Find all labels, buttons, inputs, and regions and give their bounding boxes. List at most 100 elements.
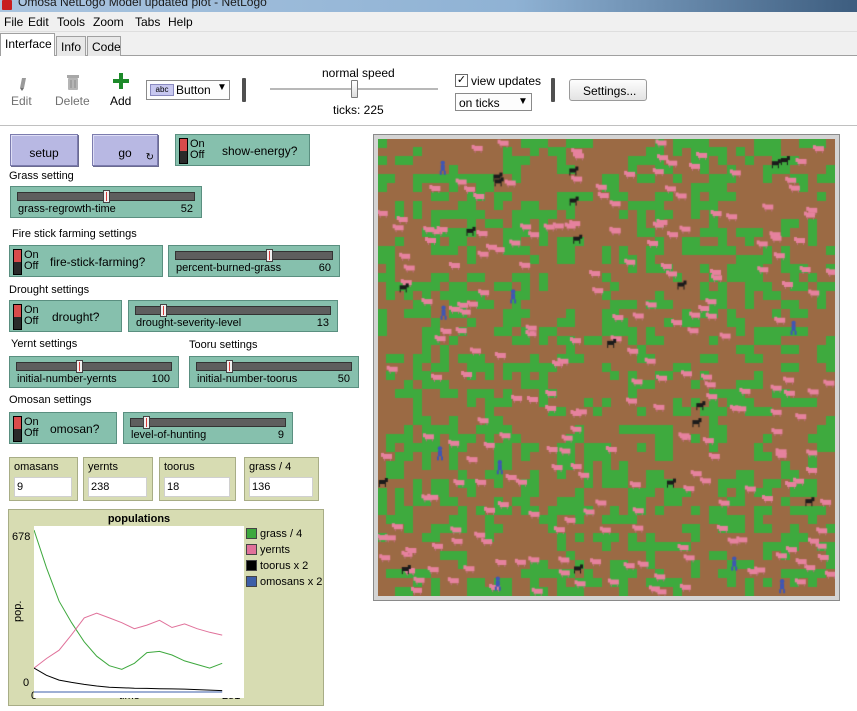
update-mode-select[interactable]: on ticks ▼: [455, 93, 532, 111]
initial-number-yernts-slider[interactable]: initial-number-yernts 100: [9, 356, 179, 388]
switch-toggle-knob[interactable]: [13, 249, 22, 275]
button-widget-icon: abc: [150, 84, 174, 96]
grass-regrowth-time-slider[interactable]: grass-regrowth-time 52: [10, 186, 202, 218]
slider-name: initial-number-yernts: [17, 373, 117, 385]
slider-thumb[interactable]: [225, 360, 233, 373]
delete-tool-button[interactable]: Delete: [55, 70, 91, 112]
slider-thumb[interactable]: [75, 360, 83, 373]
legend-item-grass: grass / 4: [246, 528, 302, 542]
legend-label: yernts: [260, 544, 290, 556]
section-label-fire: Fire stick farming settings: [12, 228, 137, 240]
menu-bar: File Edit Tools Zoom Tabs Help: [0, 12, 857, 32]
monitor-value: 136: [249, 477, 313, 497]
speed-slider-thumb[interactable]: [351, 80, 358, 98]
interface-toolbar: Edit Delete Add abc Button ▼ normal spee…: [0, 56, 857, 126]
section-label-yernt: Yernt settings: [11, 338, 78, 350]
legend-swatch: [246, 528, 257, 539]
settings-button-label: Settings...: [583, 84, 637, 98]
slider-thumb[interactable]: [143, 416, 151, 429]
show-energy-switch[interactable]: On Off show-energy?: [175, 134, 310, 166]
setup-button[interactable]: setup: [10, 134, 78, 166]
go-button[interactable]: go ↻: [92, 134, 158, 166]
level-of-hunting-slider[interactable]: level-of-hunting 9: [123, 412, 293, 444]
slider-name: grass-regrowth-time: [18, 203, 116, 215]
legend-swatch: [246, 576, 257, 587]
fire-stick-farming-switch[interactable]: On Off fire-stick-farming?: [9, 245, 163, 277]
tab-code[interactable]: Code: [87, 36, 121, 56]
y-min-tick-label: 0: [23, 677, 30, 689]
tab-strip: Interface Info Code: [0, 32, 857, 56]
plot-title: populations: [107, 513, 171, 525]
section-label-drought: Drought settings: [9, 284, 90, 296]
menu-tools[interactable]: Tools: [57, 15, 85, 29]
menu-tabs[interactable]: Tabs: [135, 15, 160, 29]
legend-item-omosans: omosans x 2: [246, 576, 322, 590]
chevron-down-icon: ▼: [217, 82, 227, 93]
chevron-down-icon: ▼: [518, 96, 528, 107]
forever-loop-icon: ↻: [145, 152, 154, 163]
menu-help[interactable]: Help: [168, 15, 193, 29]
series-line-2: [33, 667, 223, 692]
edit-tool-button[interactable]: Edit: [11, 70, 33, 112]
switch-off-label: Off: [24, 315, 39, 327]
switch-toggle-knob[interactable]: [179, 138, 188, 164]
monitor-name: toorus: [164, 461, 195, 473]
slider-value: 60: [318, 262, 331, 274]
slider-thumb[interactable]: [159, 304, 167, 317]
switch-toggle-knob[interactable]: [13, 304, 22, 330]
slider-track[interactable]: [16, 362, 172, 371]
plot-area: [33, 526, 244, 698]
update-mode-value: on ticks: [459, 96, 500, 110]
window-title-bar: Omosa NetLogo Model updated plot - NetLo…: [0, 0, 857, 12]
slider-name: drought-severity-level: [136, 317, 242, 329]
menu-zoom[interactable]: Zoom: [93, 15, 124, 29]
trash-icon: [67, 75, 79, 90]
slider-thumb[interactable]: [102, 190, 110, 203]
menu-edit[interactable]: Edit: [28, 15, 49, 29]
monitor-name: omasans: [14, 461, 59, 473]
window-title: Omosa NetLogo Model updated plot - NetLo…: [18, 0, 267, 9]
tab-info[interactable]: Info: [56, 36, 86, 56]
series-line-1: [33, 612, 223, 669]
add-tool-button[interactable]: Add: [108, 70, 134, 112]
slider-track[interactable]: [130, 418, 286, 427]
slider-value: 13: [316, 317, 329, 329]
widget-type-select[interactable]: abc Button ▼: [146, 80, 230, 100]
menu-file[interactable]: File: [4, 15, 23, 29]
pencil-icon: [20, 78, 26, 91]
y-axis-label: pop.: [12, 600, 24, 622]
world-view[interactable]: [373, 134, 840, 601]
slider-thumb[interactable]: [265, 249, 273, 262]
grass-monitor: grass / 4 136: [244, 457, 319, 501]
view-updates-checkbox[interactable]: ✓: [455, 74, 468, 87]
settings-button[interactable]: Settings...: [569, 79, 647, 101]
legend-label: grass / 4: [260, 528, 303, 540]
drought-severity-level-slider[interactable]: drought-severity-level 13: [128, 300, 338, 332]
slider-value: 50: [337, 373, 350, 385]
legend-item-yernts: yernts: [246, 544, 290, 558]
ticks-counter: ticks: 225: [333, 103, 384, 117]
switch-off-label: Off: [24, 260, 39, 272]
legend-swatch: [246, 544, 257, 555]
switch-toggle-knob[interactable]: [13, 416, 22, 442]
netlogo-app-icon: [2, 0, 12, 10]
yernts-monitor: yernts 238: [83, 457, 153, 501]
toolbar-separator: [242, 78, 246, 102]
section-label-grass: Grass setting: [9, 170, 74, 182]
monitor-name: yernts: [88, 461, 118, 473]
add-label: Add: [110, 94, 132, 108]
speed-label: normal speed: [322, 66, 395, 80]
drought-switch[interactable]: On Off drought?: [9, 300, 122, 332]
toorus-monitor: toorus 18: [159, 457, 236, 501]
switch-off-label: Off: [24, 427, 39, 439]
setup-button-label: setup: [29, 146, 59, 160]
world-canvas[interactable]: [378, 139, 835, 596]
percent-burned-grass-slider[interactable]: percent-burned-grass 60: [168, 245, 340, 277]
tab-interface[interactable]: Interface: [0, 33, 55, 56]
series-line-0: [33, 529, 223, 670]
initial-number-toorus-slider[interactable]: initial-number-toorus 50: [189, 356, 359, 388]
slider-track[interactable]: [175, 251, 333, 260]
omosan-switch[interactable]: On Off omosan?: [9, 412, 117, 444]
widget-type-value: Button: [176, 83, 211, 97]
slider-track[interactable]: [196, 362, 352, 371]
